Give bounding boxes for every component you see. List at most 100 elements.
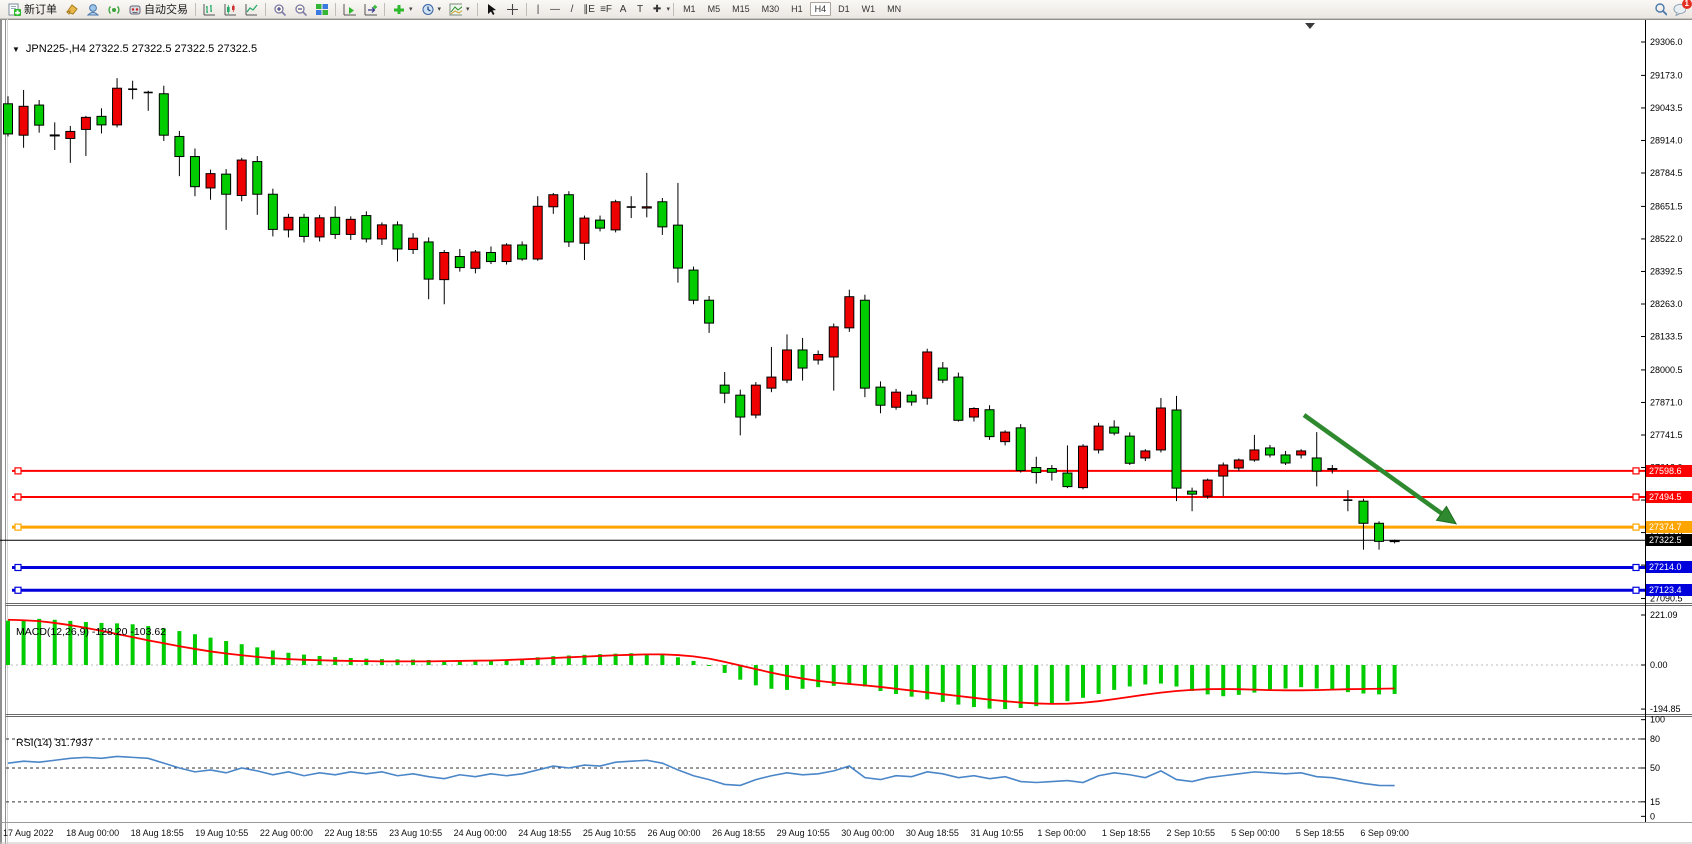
community-button[interactable]: [82, 1, 103, 18]
crosshair-tool-button[interactable]: [502, 1, 523, 18]
macd-histogram: [6, 619, 1397, 709]
chart-title: JPN225-,H4 27322.5 27322.5 27322.5 27322…: [26, 43, 257, 55]
trendline-tool-button[interactable]: /: [564, 4, 581, 15]
timeframe-w1-button[interactable]: W1: [857, 2, 881, 16]
main-toolbar: 新订单 自动交易 ▾ ▾ ▾ |—/∥E≡FAT✚ ▾ M1M5M15M30: [0, 0, 1692, 19]
signals-button[interactable]: [103, 1, 124, 18]
toolbar-separator: [265, 3, 266, 16]
dropdown-caret-icon: ▾: [667, 5, 671, 13]
chart-shift-button[interactable]: [360, 1, 381, 18]
crosshair-icon: [506, 3, 519, 16]
zoom-in-button[interactable]: [269, 1, 290, 18]
tile-windows-icon: [315, 3, 328, 16]
macd-axis-ticks: 221.090.00-194.85: [1641, 610, 1681, 714]
periods-button[interactable]: ▾: [417, 1, 446, 18]
chart-info-line: ▼ JPN225-,H4 27322.5 27322.5 27322.5 273…: [12, 43, 257, 55]
line-handle[interactable]: [1633, 564, 1639, 570]
timeframe-d1-button[interactable]: D1: [833, 2, 855, 16]
timeframe-m1-button[interactable]: M1: [678, 2, 701, 16]
chart-shift-marker-icon[interactable]: [1305, 23, 1315, 29]
search-icon[interactable]: [1654, 3, 1667, 16]
auto-scroll-icon: [343, 3, 356, 16]
horizontal-line-tool-button[interactable]: —: [547, 4, 564, 15]
collapse-triangle-icon[interactable]: ▼: [12, 45, 20, 54]
trend-arrow[interactable]: [1304, 415, 1456, 524]
toolbar-separator: [477, 3, 478, 16]
text-tool-button[interactable]: A: [615, 4, 632, 15]
svg-text:50: 50: [1650, 763, 1660, 773]
toolbar-separator: [195, 3, 196, 16]
line-handle[interactable]: [1633, 468, 1639, 474]
equidistant-channel-tool-button[interactable]: ∥E: [581, 4, 598, 15]
templates-button[interactable]: ▾: [445, 1, 474, 18]
horizontal-line-object[interactable]: [12, 494, 1645, 500]
line-handle[interactable]: [1633, 587, 1639, 593]
auto-scroll-button[interactable]: [339, 1, 360, 18]
notifications-icon[interactable]: 1: [1673, 3, 1686, 16]
market-watch-button[interactable]: [61, 1, 82, 18]
timeframe-m30-button[interactable]: M30: [757, 2, 785, 16]
svg-text:100: 100: [1650, 715, 1665, 725]
timeframe-mn-button[interactable]: MN: [882, 2, 906, 16]
svg-text:27741.5: 27741.5: [1650, 430, 1683, 440]
line-handle[interactable]: [15, 468, 21, 474]
indicators-icon: [392, 3, 405, 16]
toolbar-separator: [673, 3, 674, 16]
dropdown-caret-icon: ▾: [438, 5, 442, 13]
svg-text:28522.0: 28522.0: [1650, 234, 1683, 244]
timeframe-h4-button[interactable]: H4: [810, 2, 832, 16]
line-handle[interactable]: [15, 524, 21, 530]
horizontal-line-object[interactable]: [12, 564, 1645, 570]
horizontal-line-object[interactable]: [12, 524, 1645, 530]
line-handle[interactable]: [15, 494, 21, 500]
dropdown-caret-icon: ▾: [409, 5, 413, 13]
line-handle[interactable]: [15, 587, 21, 593]
svg-text:27482.5: 27482.5: [1650, 495, 1683, 505]
rsi-indicator-label: RSI(14) 31.7937: [16, 737, 93, 749]
drawing-tools-group: |—/∥E≡FAT✚: [530, 4, 666, 15]
indicators-button[interactable]: ▾: [388, 1, 417, 18]
timeframe-group: M1M5M15M30H1H4D1W1MN: [677, 2, 907, 16]
arrows-tool-button[interactable]: ✚: [649, 4, 666, 15]
tile-windows-button[interactable]: [311, 1, 332, 18]
gold-brush-icon: [65, 3, 78, 16]
line-chart-button[interactable]: [241, 1, 262, 18]
horizontal-line-object[interactable]: [12, 468, 1645, 474]
toolbar-separator: [384, 3, 385, 16]
line-handle[interactable]: [1633, 524, 1639, 530]
line-handle[interactable]: [1633, 494, 1639, 500]
svg-text:28133.5: 28133.5: [1650, 332, 1683, 342]
timeframe-h1-button[interactable]: H1: [786, 2, 808, 16]
svg-text:27353.0: 27353.0: [1650, 528, 1683, 538]
new-order-icon: [8, 3, 21, 16]
horizontal-line-object[interactable]: [12, 587, 1645, 593]
svg-text:0: 0: [1650, 811, 1655, 821]
fibonacci-tool-button[interactable]: ≡F: [598, 4, 615, 15]
toolbar-separator: [526, 3, 527, 16]
vertical-line-tool-button[interactable]: |: [530, 4, 547, 15]
candlestick-chart-icon: [224, 3, 237, 16]
candlestick-chart-button[interactable]: [220, 1, 241, 18]
bar-chart-icon: [203, 3, 216, 16]
svg-text:27090.5: 27090.5: [1650, 594, 1683, 604]
auto-trading-button[interactable]: 自动交易: [124, 1, 192, 18]
new-order-button[interactable]: 新订单: [4, 1, 61, 18]
toolbar-separator: [335, 3, 336, 16]
zoom-out-icon: [294, 3, 307, 16]
cursor-tool-button[interactable]: [481, 1, 502, 18]
line-handle[interactable]: [15, 564, 21, 570]
svg-text:28392.5: 28392.5: [1650, 266, 1683, 276]
panel-borders: [0, 19, 1692, 844]
clock-icon: [421, 3, 434, 16]
svg-text:0.00: 0.00: [1650, 660, 1668, 670]
candles: [4, 78, 1400, 549]
svg-text:28263.0: 28263.0: [1650, 299, 1683, 309]
chart-canvas[interactable]: 29306.029173.029043.528914.028784.528651…: [0, 0, 1692, 844]
zoom-out-button[interactable]: [290, 1, 311, 18]
robot-icon: [128, 3, 141, 16]
timeframe-m15-button[interactable]: M15: [727, 2, 755, 16]
text-label-tool-button[interactable]: T: [632, 4, 649, 15]
timeframe-m5-button[interactable]: M5: [703, 2, 726, 16]
bar-chart-button[interactable]: [199, 1, 220, 18]
macd-signal-line: [8, 620, 1395, 704]
